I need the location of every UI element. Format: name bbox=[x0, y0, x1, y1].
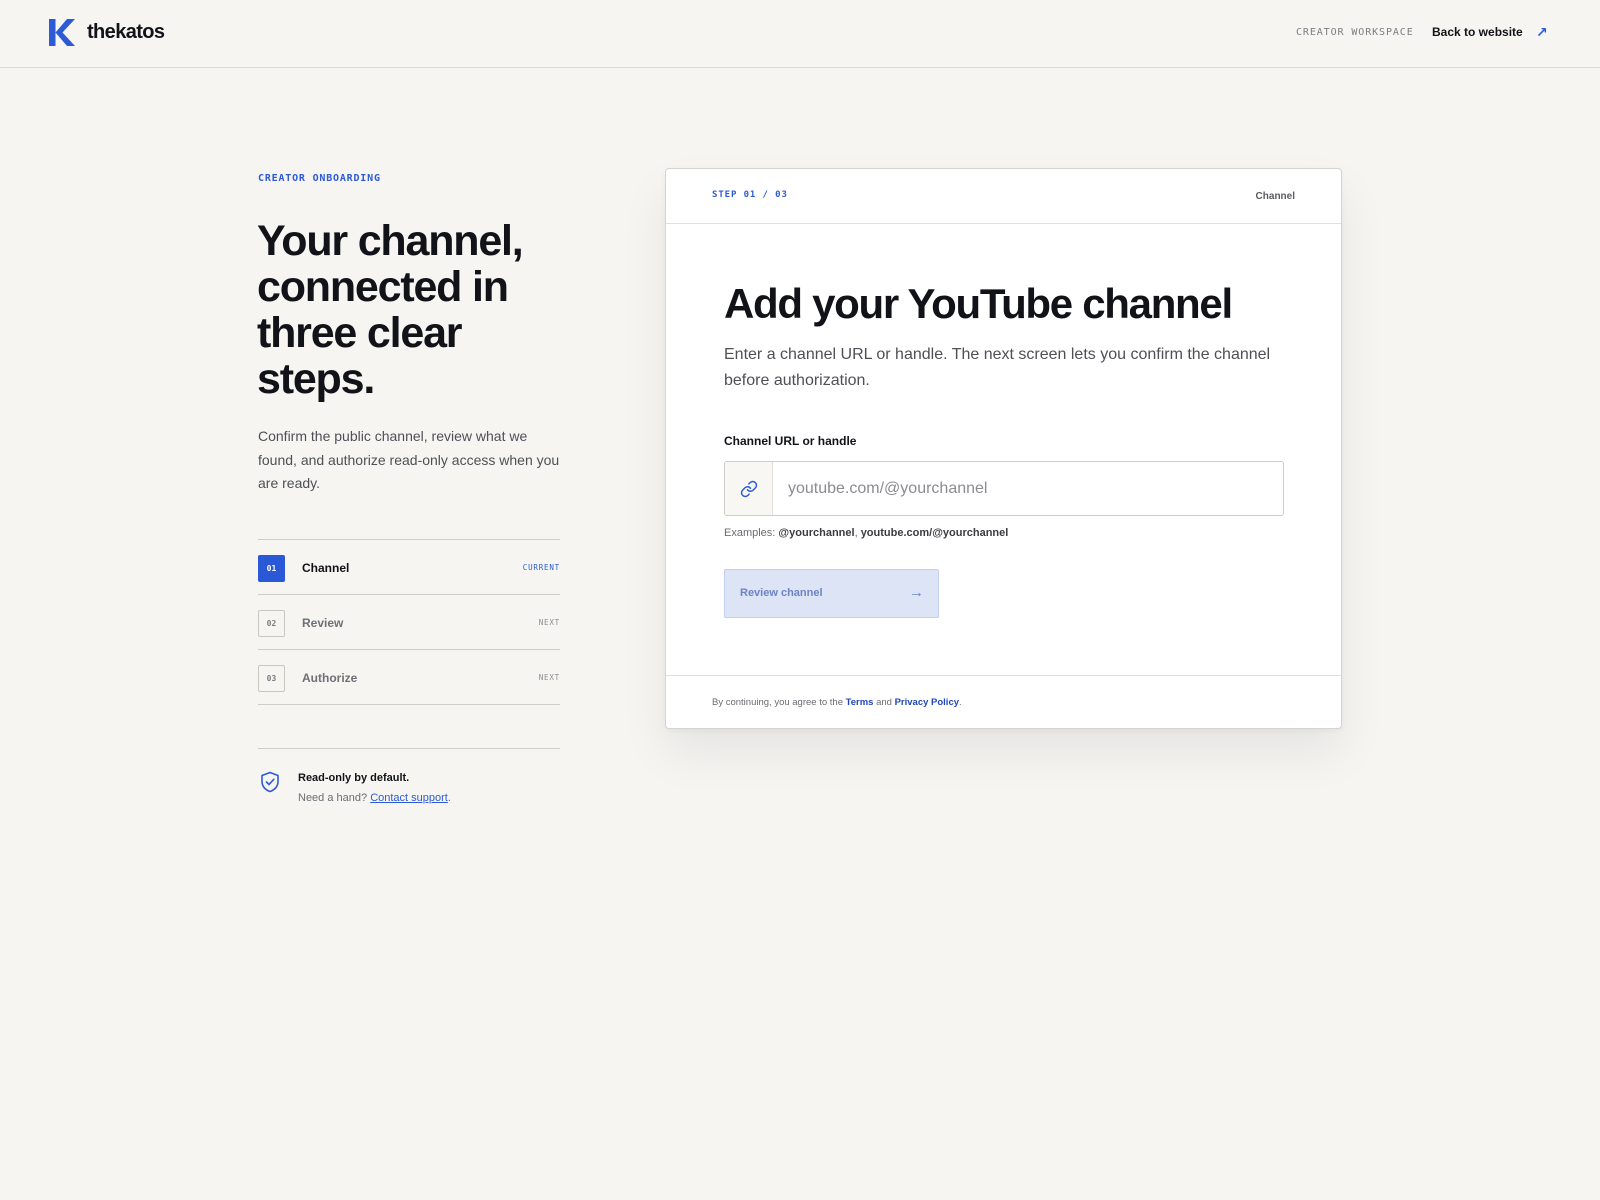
legal-notice: By continuing, you agree to the Terms an… bbox=[712, 697, 962, 708]
channel-form-card: STEP 01 / 03 Channel Add your YouTube ch… bbox=[665, 168, 1342, 729]
step-status: CURRENT bbox=[522, 563, 560, 572]
shield-check-icon bbox=[261, 771, 279, 793]
step-item-channel[interactable]: 01 Channel CURRENT bbox=[258, 540, 560, 595]
legal-and: and bbox=[873, 697, 895, 708]
back-to-website-link[interactable]: Back to website ↗ bbox=[1432, 24, 1548, 40]
review-channel-button[interactable]: Review channel → bbox=[724, 569, 939, 618]
legal-prefix: By continuing, you agree to the bbox=[712, 697, 846, 708]
hint-prefix: Examples: bbox=[724, 527, 779, 539]
step-number-badge: 03 bbox=[258, 665, 285, 692]
hint-example-url: youtube.com/@yourchannel bbox=[860, 527, 1009, 539]
step-label: Authorize bbox=[302, 671, 358, 685]
legal-suffix: . bbox=[959, 697, 962, 708]
channel-url-input[interactable] bbox=[773, 462, 1283, 515]
external-arrow-icon: ↗ bbox=[1536, 24, 1548, 40]
read-only-note-title: Read-only by default. bbox=[298, 772, 410, 784]
step-indicator: STEP 01 / 03 bbox=[712, 190, 788, 200]
top-bar: thekatos CREATOR WORKSPACE Back to websi… bbox=[0, 0, 1600, 68]
workspace-label: CREATOR WORKSPACE bbox=[1296, 27, 1414, 38]
step-number-badge: 01 bbox=[258, 555, 285, 582]
channel-field bbox=[724, 461, 1284, 516]
terms-link[interactable]: Terms bbox=[846, 697, 874, 708]
review-channel-label: Review channel bbox=[740, 587, 823, 599]
step-item-review[interactable]: 02 Review NEXT bbox=[258, 595, 560, 650]
step-number-badge: 02 bbox=[258, 610, 285, 637]
step-label: Channel bbox=[302, 561, 350, 575]
divider bbox=[258, 748, 560, 749]
step-item-authorize[interactable]: 03 Authorize NEXT bbox=[258, 650, 560, 705]
step-label: Review bbox=[302, 616, 344, 630]
support-note-suffix: . bbox=[447, 792, 451, 804]
brand-logo-link[interactable]: thekatos bbox=[49, 19, 165, 46]
step-status: NEXT bbox=[538, 673, 560, 682]
support-note-prefix: Need a hand? bbox=[298, 792, 368, 804]
card-description: Enter a channel URL or handle. The next … bbox=[724, 346, 1271, 389]
privacy-policy-link[interactable]: Privacy Policy bbox=[895, 697, 959, 708]
arrow-right-icon: → bbox=[909, 584, 924, 601]
field-hint: Examples: @yourchannel, youtube.com/@you… bbox=[724, 527, 1008, 539]
hint-example-handle: @yourchannel bbox=[778, 527, 855, 539]
brand-name: thekatos bbox=[87, 21, 165, 43]
back-to-website-label: Back to website bbox=[1432, 25, 1523, 39]
brand-logo-icon bbox=[49, 19, 75, 46]
step-status: NEXT bbox=[538, 618, 560, 627]
link-icon bbox=[725, 462, 773, 515]
page-headline: Your channel, connected in three clear s… bbox=[257, 217, 524, 403]
card-footer: By continuing, you agree to the Terms an… bbox=[666, 675, 1341, 728]
card-title: Add your YouTube channel bbox=[724, 280, 1233, 327]
page-lede: Confirm the public channel, review what … bbox=[258, 428, 560, 491]
contact-support-link[interactable]: Contact support bbox=[370, 792, 448, 804]
card-header: STEP 01 / 03 Channel bbox=[666, 169, 1341, 224]
onboarding-eyebrow: CREATOR ONBOARDING bbox=[258, 173, 381, 184]
support-note: Need a hand? Contact support. bbox=[298, 792, 451, 804]
card-breadcrumb: Channel bbox=[1255, 191, 1295, 202]
step-list: 01 Channel CURRENT 02 Review NEXT 03 Aut… bbox=[258, 539, 560, 705]
channel-field-label: Channel URL or handle bbox=[724, 434, 857, 448]
